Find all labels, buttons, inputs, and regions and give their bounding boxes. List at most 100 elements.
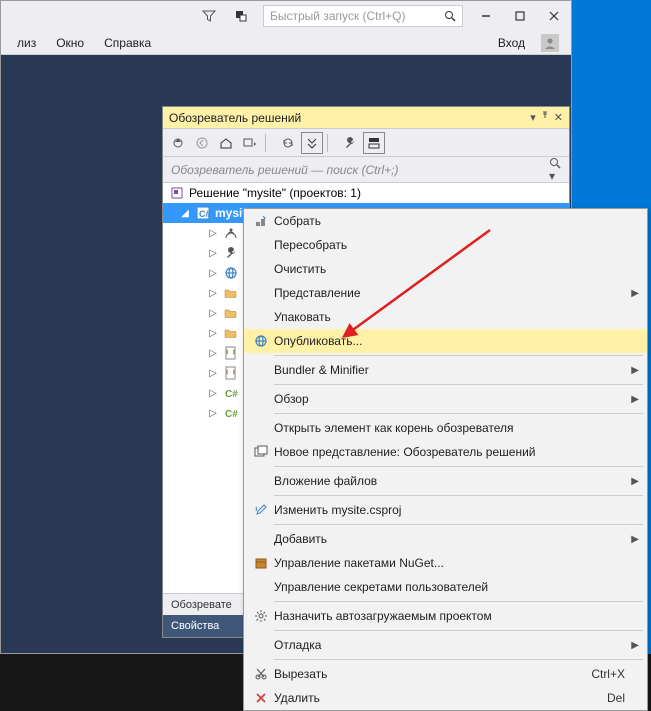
- menu-item[interactable]: Справка: [94, 32, 161, 54]
- context-menu-item[interactable]: Опубликовать...: [244, 329, 647, 353]
- nuget-icon: [248, 556, 274, 570]
- expand-icon[interactable]: ▷: [207, 388, 219, 399]
- context-menu-item[interactable]: Добавить▶: [244, 527, 647, 551]
- newview-icon: [248, 445, 274, 459]
- context-menu-label: Пересобрать: [274, 238, 347, 252]
- menu-separator: [274, 466, 643, 467]
- expand-icon[interactable]: ▷: [207, 228, 219, 239]
- folder-icon: [223, 325, 239, 341]
- expand-icon[interactable]: ▷: [207, 268, 219, 279]
- context-menu-item[interactable]: Пересобрать: [244, 233, 647, 257]
- submenu-arrow-icon: ▶: [631, 640, 639, 651]
- expand-icon[interactable]: ▷: [207, 348, 219, 359]
- context-menu-label: Отладка: [274, 638, 321, 652]
- menu-separator: [274, 630, 643, 631]
- notify-icon[interactable]: [229, 4, 253, 28]
- delete-icon: [248, 691, 274, 705]
- submenu-arrow-icon: ▶: [631, 476, 639, 487]
- toolbar-props-dropdown-icon[interactable]: [239, 132, 261, 154]
- gear-icon: [248, 609, 274, 623]
- build-icon: [248, 214, 274, 228]
- quick-launch-input[interactable]: Быстрый запуск (Ctrl+Q): [263, 5, 463, 27]
- menu-separator: [274, 601, 643, 602]
- menu-separator: [274, 413, 643, 414]
- pin-icon[interactable]: [540, 111, 550, 124]
- context-menu-item[interactable]: Управление секретами пользователей: [244, 575, 647, 599]
- quick-launch-placeholder: Быстрый запуск (Ctrl+Q): [270, 9, 405, 23]
- context-menu-label: Добавить: [274, 532, 327, 546]
- menu-item[interactable]: лиз: [7, 32, 46, 54]
- folder-icon: [223, 285, 239, 301]
- shortcut-label: Ctrl+X: [591, 667, 625, 681]
- context-menu-item[interactable]: Представление▶: [244, 281, 647, 305]
- context-menu-label: Опубликовать...: [274, 334, 362, 348]
- toolbar-home-icon[interactable]: [167, 132, 189, 154]
- minimize-button[interactable]: [469, 3, 503, 29]
- context-menu-item[interactable]: Вырезать Ctrl+X: [244, 662, 647, 686]
- context-menu-item[interactable]: Очистить: [244, 257, 647, 281]
- context-menu-item[interactable]: Обзор▶: [244, 387, 647, 411]
- collapse-icon[interactable]: ◢: [179, 208, 191, 219]
- expand-icon[interactable]: ▷: [207, 248, 219, 259]
- cut-icon: [248, 667, 274, 681]
- context-menu-label: Упаковать: [274, 310, 331, 324]
- menu-item[interactable]: Окно: [46, 32, 94, 54]
- context-menu-item[interactable]: Bundler & Minifier▶: [244, 358, 647, 382]
- close-icon[interactable]: ✕: [554, 111, 563, 124]
- solution-explorer-search[interactable]: Обозреватель решений — поиск (Ctrl+;) ▾: [163, 157, 569, 183]
- search-icon: [444, 10, 456, 22]
- window-buttons: [469, 3, 571, 29]
- context-menu-item[interactable]: Удалить Del: [244, 686, 647, 710]
- toolbar-house-icon[interactable]: [215, 132, 237, 154]
- context-menu-item[interactable]: Открыть элемент как корень обозревателя: [244, 416, 647, 440]
- expand-icon[interactable]: ▷: [207, 368, 219, 379]
- context-menu-item[interactable]: Изменить mysite.csproj: [244, 498, 647, 522]
- dropdown-icon[interactable]: ▾: [530, 111, 536, 124]
- context-menu-label: Обзор: [274, 392, 309, 406]
- cs-icon: C#: [223, 405, 239, 421]
- login-link[interactable]: Вход: [488, 32, 535, 54]
- search-icon: ▾: [549, 157, 561, 183]
- context-menu-item[interactable]: Новое представление: Обозреватель решени…: [244, 440, 647, 464]
- context-menu-label: Очистить: [274, 262, 326, 276]
- expand-icon[interactable]: ▷: [207, 408, 219, 419]
- context-menu-label: Открыть элемент как корень обозревателя: [274, 421, 514, 435]
- context-menu-item[interactable]: Управление пакетами NuGet...: [244, 551, 647, 575]
- context-menu-item[interactable]: Собрать: [244, 209, 647, 233]
- toolbar-back-icon[interactable]: [191, 132, 213, 154]
- json-icon: [223, 365, 239, 381]
- solution-explorer-title: Обозреватель решений ▾ ✕: [163, 107, 569, 129]
- globe-icon: [248, 334, 274, 348]
- context-menu-label: Удалить: [274, 691, 320, 705]
- close-button[interactable]: [537, 3, 571, 29]
- context-menu-label: Новое представление: Обозреватель решени…: [274, 445, 535, 459]
- expand-icon[interactable]: ▷: [207, 328, 219, 339]
- context-menu-item[interactable]: Вложение файлов▶: [244, 469, 647, 493]
- titlebar: Быстрый запуск (Ctrl+Q): [1, 1, 571, 31]
- maximize-button[interactable]: [503, 3, 537, 29]
- context-menu-label: Управление секретами пользователей: [274, 580, 488, 594]
- context-menu-item[interactable]: Упаковать: [244, 305, 647, 329]
- context-menu-label: Вырезать: [274, 667, 327, 681]
- context-menu-label: Изменить mysite.csproj: [274, 503, 401, 517]
- svg-text:C#: C#: [225, 409, 238, 420]
- shortcut-label: Del: [607, 691, 625, 705]
- toolbar-sync-icon[interactable]: [277, 132, 299, 154]
- toolbar-collapse-icon[interactable]: [301, 132, 323, 154]
- solution-node[interactable]: Решение "mysite" (проектов: 1): [163, 183, 569, 203]
- submenu-arrow-icon: ▶: [631, 288, 639, 299]
- csproj-icon: C#: [195, 205, 211, 221]
- context-menu-label: Собрать: [274, 214, 321, 228]
- expand-icon[interactable]: ▷: [207, 288, 219, 299]
- context-menu-label: Управление пакетами NuGet...: [274, 556, 444, 570]
- expand-icon[interactable]: ▷: [207, 308, 219, 319]
- context-menu-item[interactable]: Назначить автозагружаемым проектом: [244, 604, 647, 628]
- filter-icon[interactable]: [197, 4, 221, 28]
- context-menu-item[interactable]: Отладка ▶: [244, 633, 647, 657]
- toolbar-view-icon[interactable]: [363, 132, 385, 154]
- toolbar-wrench-icon[interactable]: [339, 132, 361, 154]
- menu-separator: [274, 524, 643, 525]
- avatar-icon[interactable]: [541, 34, 559, 52]
- solution-icon: [169, 185, 185, 201]
- menubar: лиз Окно Справка Вход: [1, 31, 571, 55]
